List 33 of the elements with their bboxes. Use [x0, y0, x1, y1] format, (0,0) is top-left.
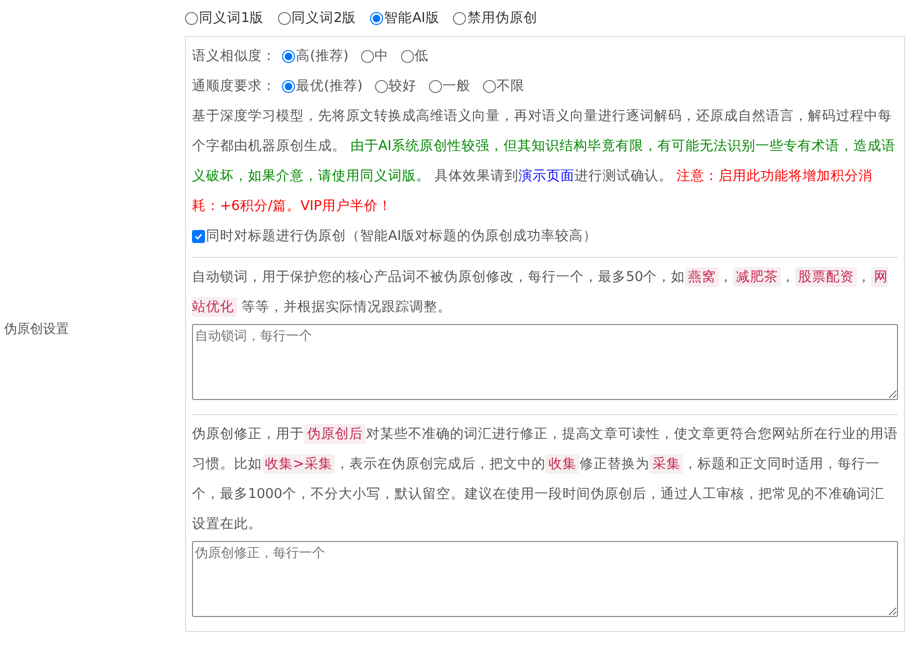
radio-button[interactable]	[453, 12, 466, 24]
option-text[interactable]: 中	[374, 47, 389, 65]
radio-button[interactable]	[282, 50, 295, 62]
setting-label: 伪原创设置	[4, 321, 69, 338]
help-text: 自动锁词，用于保护您的核心产品词不被伪原创修改，每行一个，最多50个，如 燕窝 ， 减肥茶 ， 股票配资 ， 网站优化 等等，并根据实际情况跟踪调整。	[192, 266, 890, 319]
radio-button[interactable]	[400, 50, 414, 62]
mode-option[interactable]: 智能AI版	[384, 9, 440, 27]
input-field[interactable]: 自动锁词，每行一个	[192, 324, 898, 400]
radio-button[interactable]	[374, 80, 388, 92]
option-text[interactable]: 高(推荐)	[296, 47, 349, 65]
demo-link[interactable]: 演示页面	[518, 168, 574, 184]
checkbox-label[interactable]: 同时对标题进行伪原创（智能AI版对标题的伪原创成功率较高）	[206, 227, 598, 245]
option-text[interactable]: 最优(推荐)	[296, 77, 363, 95]
option-text[interactable]: 一般	[442, 77, 471, 95]
radio-button[interactable]	[482, 80, 496, 92]
radio-button[interactable]	[360, 50, 374, 62]
help-text: 伪原创修正，用于 伪原创后 对某些不准确的词汇进行修正，提高文章可读性，使文章更符合您网站所在行业的用语习惯。比如 收集>采集 ，表示在伪原创完成后，把文中的 收集 修正替换为 采集 ，标题和正文同时适用，每行一个，最多1000个，不分大小写，默认留空。建议在使用一段时间伪原创后，通过人工审核，把常见的不准确词汇设置在此。	[192, 423, 898, 534]
radio-button[interactable]	[282, 80, 295, 92]
option-text[interactable]: 不限	[496, 77, 525, 95]
description-text: 基于深度学习模型，先将原文转换成高维语义向量，再对语义向量进行逐词解码，还原成自然语言，解码过程中每个字都由机器原创生成。 由于AI系统原创性较强，但其知识结构毕竟有限，有可能无法识别一些专有术语，造成语义破坏，如果介意，请使用同义词版。 具体效果请到演示页面进行测试确认。 注意：启用此功能将增加积分消耗：+6积分/篇。VIP用户半价！	[192, 107, 897, 216]
radio-button[interactable]	[278, 12, 291, 24]
mode-option[interactable]: 同义词2版	[292, 9, 356, 27]
option-label: 通顺度要求：	[192, 77, 276, 95]
option-text[interactable]: 低	[414, 47, 429, 65]
mode-option[interactable]: 禁用伪原创	[467, 9, 538, 27]
checkbox[interactable]	[192, 230, 205, 242]
option-text[interactable]: 较好	[388, 77, 417, 95]
input-field[interactable]: 伪原创修正，每行一个	[192, 541, 898, 617]
radio-button[interactable]	[370, 12, 384, 24]
option-label: 语义相似度：	[192, 47, 276, 65]
mode-option[interactable]: 同义词1版	[199, 9, 264, 27]
radio-button[interactable]	[185, 12, 198, 24]
radio-button[interactable]	[428, 80, 442, 92]
